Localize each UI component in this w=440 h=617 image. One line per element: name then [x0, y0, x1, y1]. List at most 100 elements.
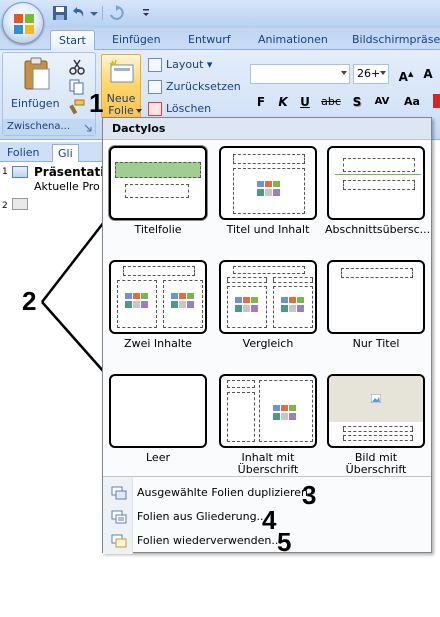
reset-icon	[148, 80, 162, 94]
character-spacing-button[interactable]: AV	[370, 92, 394, 112]
tab-folien[interactable]: Folien	[2, 144, 45, 162]
duplicate-slides-item[interactable]: Ausgewählte Folien duplizieren	[103, 482, 431, 504]
copy-icon[interactable]	[69, 79, 85, 95]
outline-panel: 1 Präsentati Aktuelle Pro 2	[0, 162, 104, 222]
dialog-launcher-icon[interactable]	[84, 124, 92, 132]
font-name-dropdown-arrow[interactable]	[341, 71, 347, 75]
slide-icon[interactable]	[12, 166, 28, 178]
delete-button[interactable]: Löschen	[148, 100, 211, 118]
reuse-slides-icon	[111, 534, 127, 548]
callout-1: 1	[89, 88, 104, 118]
layout-nur-titel[interactable]: Nur Titel	[325, 260, 427, 372]
underline-button[interactable]: U	[296, 92, 314, 112]
title-placeholder	[233, 266, 305, 274]
italic-button[interactable]: K	[274, 92, 292, 112]
text-placeholder	[343, 180, 415, 190]
delete-label: Löschen	[166, 102, 212, 115]
slides-from-outline-label: Folien aus Gliederung...	[137, 510, 268, 523]
layout-abschnittsuebersicht[interactable]: Abschnittsübersc...	[325, 146, 431, 258]
customize-quick-access-icon[interactable]	[138, 5, 154, 21]
picture-icon	[371, 394, 381, 403]
redo-icon[interactable]	[108, 5, 124, 21]
layout-label: Bild mit Überschrift	[345, 451, 407, 476]
undo-dropdown-icon[interactable]	[86, 5, 102, 21]
font-size-box[interactable]: 26+	[353, 64, 389, 84]
layout-thumbnail	[327, 260, 425, 334]
undo-icon[interactable]	[70, 5, 86, 21]
grow-font-icon[interactable]: A▲	[396, 64, 416, 84]
outline-slide-subtitle[interactable]: Aktuelle Pro	[34, 180, 100, 193]
duplicate-slides-label: Ausgewählte Folien duplizieren	[137, 486, 308, 499]
strikethrough-button[interactable]: abc	[318, 92, 344, 112]
title-placeholder	[233, 154, 305, 164]
shrink-font-icon[interactable]: A	[418, 64, 438, 84]
layout-label: Vergleich	[242, 337, 294, 350]
font-size-value: 26+	[357, 67, 381, 80]
layout-label: Zwei Inhalte	[124, 337, 192, 350]
content-icons	[171, 293, 194, 308]
subtitle-placeholder	[125, 184, 189, 198]
new-slide-dropdown-arrow[interactable]	[136, 109, 142, 113]
layout-bild-mit-ueberschrift[interactable]: Bild mit Überschrift	[325, 374, 427, 486]
slide-icon-empty[interactable]	[12, 198, 28, 210]
paste-icon[interactable]	[23, 57, 51, 91]
quick-access-separator	[102, 6, 103, 20]
tab-start[interactable]: Start	[50, 30, 95, 51]
outline-slide-title[interactable]: Präsentati	[34, 165, 104, 179]
clipboard-group-label[interactable]: Zwischena...	[3, 119, 95, 135]
layout-label: Nur Titel	[352, 337, 400, 350]
layout-vergleich[interactable]: Vergleich	[217, 260, 319, 372]
layout-inhalt-mit-ueberschrift[interactable]: Inhalt mit Überschrift	[217, 374, 319, 486]
layout-label: Abschnittsübersc...	[325, 223, 431, 236]
duplicate-slides-icon	[111, 486, 127, 500]
slide-number-1: 1	[2, 167, 8, 177]
format-painter-icon[interactable]	[69, 99, 85, 115]
layout-titelfolie[interactable]: Titelfolie	[107, 146, 209, 258]
callout-5: 5	[277, 527, 292, 557]
callout-2: 2	[22, 286, 37, 316]
layout-thumbnail	[219, 260, 317, 334]
layout-leer[interactable]: Leer	[107, 374, 209, 486]
menu-header: Dactylos	[103, 118, 431, 140]
bold-button[interactable]: F	[252, 92, 270, 112]
tab-gliederung[interactable]: Gli	[52, 144, 79, 162]
reuse-slides-label: Folien wiederverwenden...	[137, 534, 282, 547]
font-name-box[interactable]	[250, 64, 350, 84]
layout-label: Layout	[166, 58, 204, 71]
new-slide-button[interactable]: Neue Folie	[101, 54, 142, 118]
tab-bildschirmpraesentation[interactable]: Bildschirmpräsen	[344, 30, 440, 51]
layout-titel-und-inhalt[interactable]: Titel und Inhalt	[217, 146, 319, 258]
office-logo-icon	[14, 14, 34, 34]
new-slide-icon	[109, 59, 134, 83]
layout-thumbnail	[327, 146, 425, 220]
layout-label: Leer	[146, 451, 170, 464]
heading-left-placeholder	[227, 277, 267, 283]
title-placeholder	[341, 268, 413, 278]
change-case-button[interactable]: Aa	[400, 92, 424, 112]
shadow-button[interactable]: S	[348, 92, 366, 112]
font-color-swatch[interactable]	[433, 94, 440, 108]
paste-button-label[interactable]: Einfügen	[11, 97, 60, 110]
reset-button[interactable]: Zurücksetzen	[148, 78, 241, 96]
delete-icon	[148, 102, 162, 116]
save-icon[interactable]	[52, 5, 68, 21]
cut-icon[interactable]	[69, 59, 85, 75]
clipboard-group: Einfügen Zwischena...	[2, 52, 96, 136]
content-icons	[281, 297, 304, 312]
content-icons	[257, 181, 280, 196]
layout-thumbnail	[219, 146, 317, 220]
title-placeholder	[115, 162, 201, 178]
tab-einfuegen[interactable]: Einfügen	[104, 30, 169, 51]
office-button[interactable]	[2, 2, 44, 44]
heading-right-placeholder	[273, 277, 313, 283]
layout-button[interactable]: Layout ▾	[148, 56, 212, 74]
layout-label: Titelfolie	[134, 223, 182, 236]
new-slide-menu: Dactylos Titelfolie Titel und Inhalt Abs…	[102, 117, 432, 554]
title-bar	[0, 0, 440, 28]
layout-thumbnail	[109, 260, 207, 334]
font-size-dropdown-arrow[interactable]	[380, 71, 386, 75]
tab-animationen[interactable]: Animationen	[250, 30, 336, 51]
tab-entwurf[interactable]: Entwurf	[180, 30, 239, 51]
layout-zwei-inhalte[interactable]: Zwei Inhalte	[107, 260, 209, 372]
slides-from-outline-icon	[111, 510, 127, 524]
